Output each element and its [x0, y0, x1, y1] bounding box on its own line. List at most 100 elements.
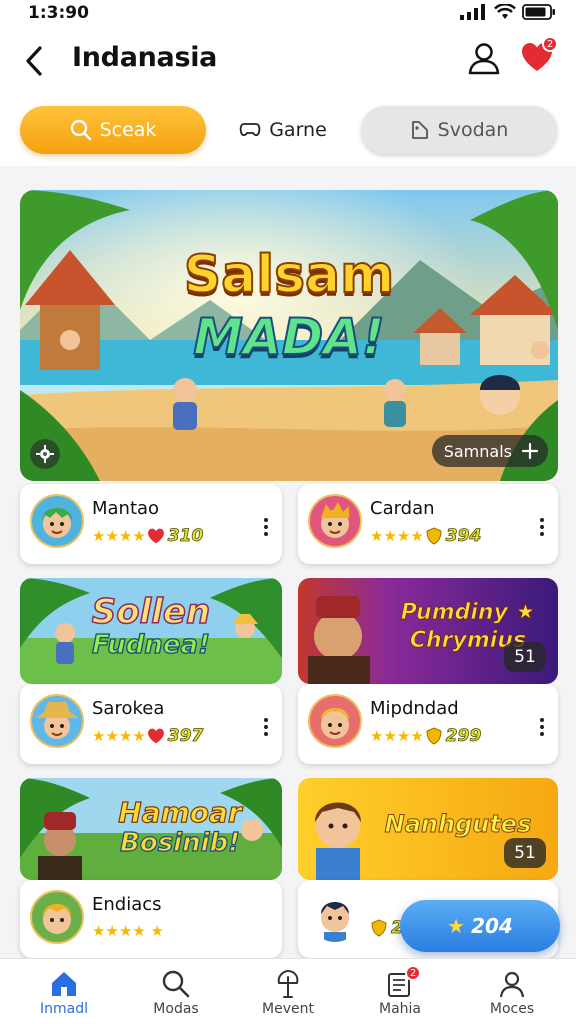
character-avatar: [321, 502, 349, 538]
card-title: Sarokea: [92, 698, 165, 719]
character-avatar: [321, 708, 349, 739]
character-avatar: [36, 702, 78, 739]
tab-search[interactable]: Sceak: [20, 106, 206, 154]
banner-title-line1: Nanhgutes: [384, 810, 532, 839]
more-options-button[interactable]: [540, 718, 544, 736]
avatar: [308, 694, 362, 748]
status-time: 1:3:90: [28, 3, 89, 23]
nav-item-event[interactable]: Mevent: [248, 969, 328, 1017]
game-banner[interactable]: Hamoar Bosinib!: [20, 778, 282, 880]
profile-button[interactable]: [466, 40, 502, 80]
more-options-button[interactable]: [264, 718, 268, 736]
nav-label: Mahia: [379, 1001, 421, 1017]
profile-icon: [499, 971, 525, 998]
game-card[interactable]: Endiacs ★★★★ ★: [20, 880, 282, 958]
back-button[interactable]: [22, 44, 48, 82]
banner-title-line1: Hamoar: [118, 795, 243, 829]
settings-button[interactable]: [30, 439, 60, 469]
game-card[interactable]: Mantao ★★★★ 310: [20, 484, 282, 564]
status-icons: [460, 4, 556, 20]
avatar: [30, 694, 84, 748]
card-title: Endiacs: [92, 894, 162, 915]
tree-icon: [277, 969, 299, 998]
gear-icon: [36, 445, 54, 463]
bottom-navigation: Inmadl Modas Mevent 2 Mahia Moces: [0, 958, 576, 1024]
banner-title-line1: Sollen: [91, 591, 211, 633]
tab-svodan[interactable]: Svodan: [361, 106, 557, 154]
plus-icon: [522, 443, 538, 459]
card-score: 394: [445, 526, 482, 547]
card-score: 397: [167, 726, 204, 747]
heart-icon: [147, 528, 164, 544]
fab-label: 204: [471, 914, 513, 938]
search-icon: [70, 119, 91, 141]
signal-icon: [460, 4, 485, 20]
battery-icon: [522, 4, 555, 20]
nav-item-profile[interactable]: Moces: [472, 969, 552, 1017]
shield-icon: [371, 919, 387, 937]
featured-banner[interactable]: Salsam MADA! Samnals: [20, 190, 558, 481]
avatar: [30, 890, 84, 944]
card-title: Mipdndad: [370, 698, 459, 719]
game-card[interactable]: Cardan ★★★★ 394: [298, 484, 558, 564]
tab-label: Svodan: [437, 119, 509, 141]
nav-item-home[interactable]: Inmadl: [24, 969, 104, 1017]
page-title: Indanasia: [72, 42, 218, 73]
star-icon: ★: [447, 914, 466, 938]
chevron-left-icon: [26, 46, 42, 76]
nav-label: Mevent: [262, 1001, 314, 1017]
game-banner[interactable]: Sollen Fudnea!: [20, 578, 282, 684]
nav-item-media[interactable]: 2 Mahia: [360, 965, 440, 1017]
card-score: 310: [167, 526, 204, 547]
more-options-button[interactable]: [264, 518, 268, 536]
game-banner[interactable]: Nanhgutes 51: [298, 778, 558, 880]
hero-chip-label: Samnals: [443, 441, 512, 461]
rating-stars: ★★★★ ★: [92, 922, 165, 940]
game-card[interactable]: Sarokea ★★★★ 397: [20, 684, 282, 764]
favorites-button[interactable]: 2: [520, 36, 558, 78]
rating-stars: ★★★★: [370, 727, 424, 745]
rating-stars: ★★★★: [92, 727, 146, 745]
banner-count-badge: 51: [504, 642, 546, 672]
hero-action-chip[interactable]: Samnals: [431, 435, 548, 467]
tab-bar: Sceak Garne Svodan: [0, 100, 576, 166]
hero-title-line2: MADA!: [192, 307, 385, 367]
card-rating: ★★★★ 299: [370, 726, 482, 747]
character-avatar: [43, 904, 71, 934]
nav-label: Modas: [153, 1001, 199, 1017]
card-rating: ★★★★ ★: [92, 922, 164, 940]
rating-stars: ★★★★: [92, 527, 146, 545]
character-avatar: [42, 508, 72, 538]
game-card[interactable]: Mipdndad ★★★★ 299: [298, 684, 558, 764]
tab-game[interactable]: Garne: [228, 106, 338, 154]
banner-title-line2: Fudnea!: [91, 629, 210, 660]
card-rating: 2: [370, 918, 403, 938]
shield-icon: [426, 527, 442, 545]
game-icon: [239, 123, 261, 137]
home-icon: [52, 972, 76, 996]
game-banner[interactable]: Pumdiny ★ Chrymius 51: [298, 578, 558, 684]
hero-title-line1: Salsam: [183, 244, 396, 306]
notification-badge: 2: [542, 36, 558, 52]
nav-item-search[interactable]: Modas: [136, 969, 216, 1017]
avatar: [308, 494, 362, 548]
status-bar: 1:3:90: [0, 0, 576, 28]
tab-label: Sceak: [99, 119, 157, 141]
card-rating: ★★★★ 397: [92, 726, 204, 747]
avatar: [30, 494, 84, 548]
banner-title-line2: Bosinib!: [119, 827, 240, 858]
heart-icon: [147, 728, 164, 744]
nav-label: Moces: [489, 1001, 535, 1017]
points-fab[interactable]: ★ 204: [400, 900, 560, 952]
card-title: Cardan: [370, 498, 435, 519]
character-avatar: [321, 902, 349, 942]
tab-label: Garne: [269, 119, 327, 141]
app-header: Indanasia 2: [0, 28, 576, 100]
tag-icon: [411, 121, 428, 139]
shield-icon: [426, 727, 442, 745]
wifi-icon: [494, 4, 516, 19]
search-icon: [162, 970, 190, 998]
more-options-button[interactable]: [540, 518, 544, 536]
banner-count-badge: 51: [504, 838, 546, 868]
card-rating: ★★★★ 394: [370, 526, 482, 547]
